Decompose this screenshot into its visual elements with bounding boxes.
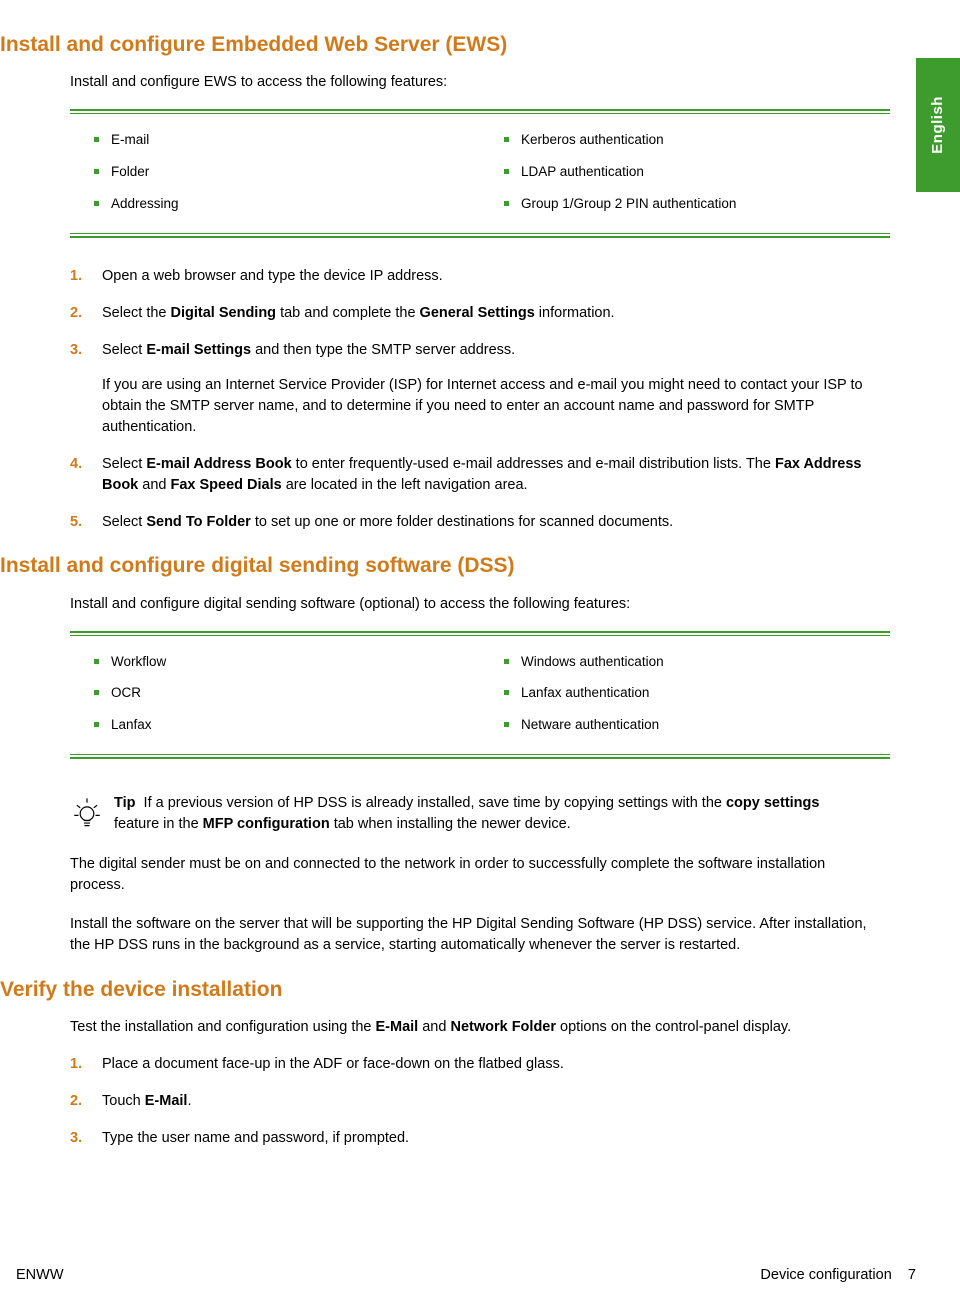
feature-label: Folder <box>111 162 149 182</box>
bullet-icon <box>504 690 509 695</box>
feature-label: LDAP authentication <box>521 162 644 182</box>
section-dss-intro: Install and configure digital sending so… <box>70 594 920 615</box>
step-number: 2. <box>70 303 102 324</box>
step-number: 2. <box>70 1091 102 1112</box>
lightbulb-icon <box>70 793 114 836</box>
step-text: Select E-mail Settings and then type the… <box>102 340 890 361</box>
feature-label: Lanfax authentication <box>521 683 649 703</box>
bullet-icon <box>94 690 99 695</box>
list-item: Group 1/Group 2 PIN authentication <box>480 188 890 220</box>
step-number: 3. <box>70 1128 102 1149</box>
bullet-icon <box>504 169 509 174</box>
feature-label: Windows authentication <box>521 652 664 672</box>
bullet-icon <box>504 722 509 727</box>
bullet-icon <box>94 722 99 727</box>
feature-label: Kerberos authentication <box>521 130 664 150</box>
bullet-icon <box>94 137 99 142</box>
section-dss-title: Install and configure digital sending so… <box>0 551 920 581</box>
list-item: Kerberos authentication <box>480 124 890 156</box>
step-text: Open a web browser and type the device I… <box>102 266 890 287</box>
step-number: 1. <box>70 266 102 287</box>
list-item: OCR <box>70 677 480 709</box>
section-ews-title: Install and configure Embedded Web Serve… <box>0 30 920 60</box>
step-text: Type the user name and password, if prom… <box>102 1128 890 1149</box>
section-ews-intro: Install and configure EWS to access the … <box>70 72 920 93</box>
step-number: 4. <box>70 454 102 496</box>
dss-paragraph: Install the software on the server that … <box>70 914 880 956</box>
language-label: English <box>927 96 949 154</box>
verify-steps: 1. Place a document face-up in the ADF o… <box>70 1054 920 1149</box>
step-number: 1. <box>70 1054 102 1075</box>
list-item: Lanfax authentication <box>480 677 890 709</box>
list-item: Windows authentication <box>480 646 890 678</box>
feature-label: OCR <box>111 683 141 703</box>
step-note: If you are using an Internet Service Pro… <box>102 375 890 438</box>
bullet-icon <box>94 201 99 206</box>
step-number: 3. <box>70 340 102 438</box>
feature-label: Lanfax <box>111 715 152 735</box>
bullet-icon <box>94 659 99 664</box>
dss-paragraph: The digital sender must be on and connec… <box>70 854 880 896</box>
dss-feature-table: Workflow OCR Lanfax Windows authenticati… <box>70 631 920 760</box>
step-number: 5. <box>70 512 102 533</box>
language-tab: English <box>916 58 960 192</box>
list-item: Addressing <box>70 188 480 220</box>
list-item: Workflow <box>70 646 480 678</box>
feature-label: Netware authentication <box>521 715 659 735</box>
step-text: Select E-mail Address Book to enter freq… <box>102 454 890 496</box>
step-text: Place a document face-up in the ADF or f… <box>102 1054 890 1075</box>
feature-label: Workflow <box>111 652 166 672</box>
list-item: E-mail <box>70 124 480 156</box>
step-text: Select Send To Folder to set up one or m… <box>102 512 890 533</box>
page-footer: ENWW Device configuration 7 <box>0 1265 960 1286</box>
list-item: Lanfax <box>70 709 480 741</box>
ews-steps: 1. Open a web browser and type the devic… <box>70 266 920 533</box>
section-verify-intro: Test the installation and configuration … <box>70 1017 920 1038</box>
feature-label: Addressing <box>111 194 179 214</box>
footer-right: Device configuration 7 <box>760 1265 916 1286</box>
tip-text: Tip If a previous version of HP DSS is a… <box>114 793 850 835</box>
ews-feature-table: E-mail Folder Addressing Kerberos authen… <box>70 109 920 238</box>
step-text: Touch E-Mail. <box>102 1091 890 1112</box>
footer-left: ENWW <box>16 1265 64 1286</box>
bullet-icon <box>504 201 509 206</box>
bullet-icon <box>504 659 509 664</box>
section-verify-title: Verify the device installation <box>0 975 920 1005</box>
step-text: Select the Digital Sending tab and compl… <box>102 303 890 324</box>
page-content: Install and configure Embedded Web Serve… <box>0 30 960 1149</box>
tip-callout: Tip If a previous version of HP DSS is a… <box>70 793 850 836</box>
list-item: Netware authentication <box>480 709 890 741</box>
list-item: Folder <box>70 156 480 188</box>
list-item: LDAP authentication <box>480 156 890 188</box>
feature-label: Group 1/Group 2 PIN authentication <box>521 194 736 214</box>
feature-label: E-mail <box>111 130 149 150</box>
bullet-icon <box>504 137 509 142</box>
bullet-icon <box>94 169 99 174</box>
